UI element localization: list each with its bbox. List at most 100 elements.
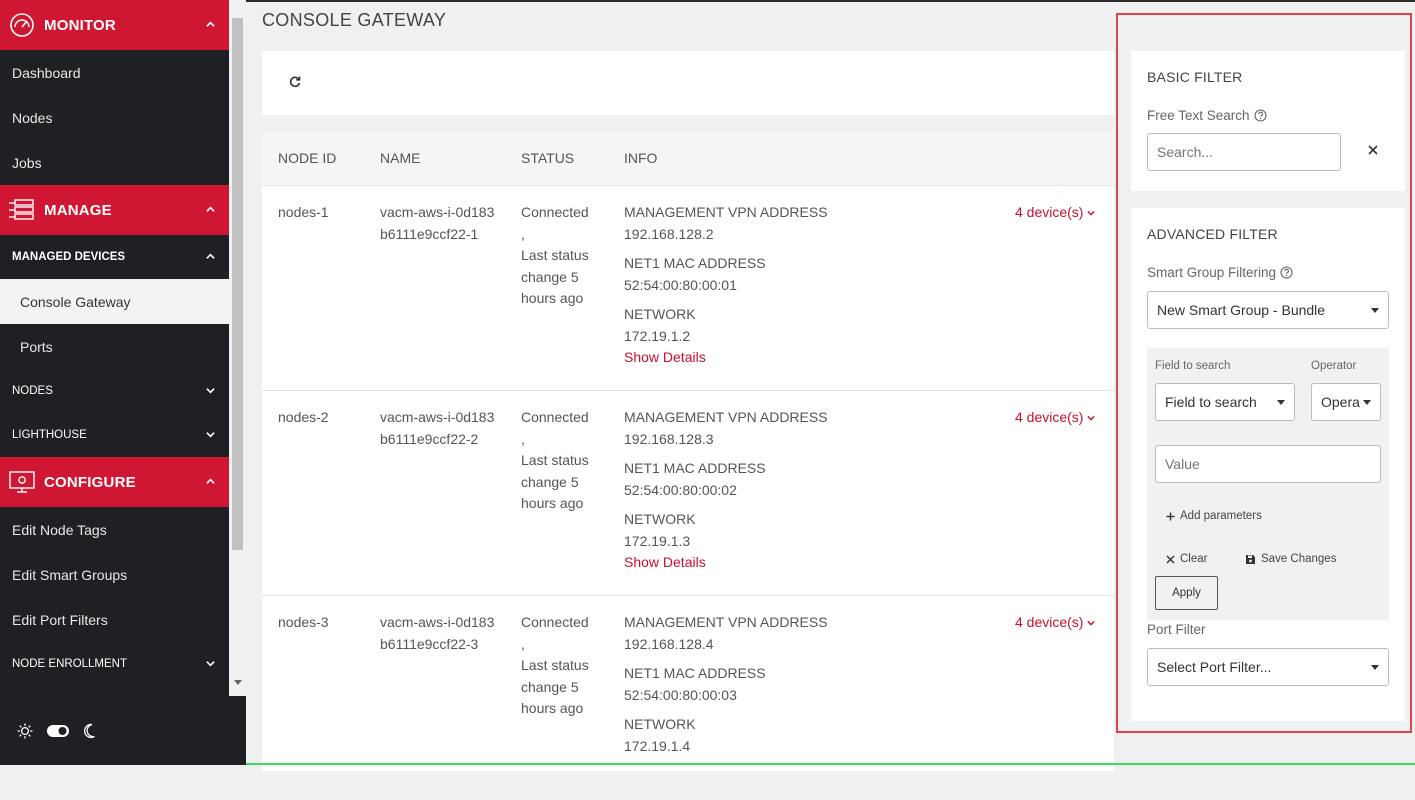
refresh-icon[interactable] [288, 75, 302, 89]
devices-count: 4 device(s) [1015, 614, 1084, 630]
info-label: NET1 MAC ADDRESS [624, 255, 766, 271]
status-last-change: Last status change 5 hours ago [521, 247, 589, 306]
table-header: NODE ID NAME STATUS INFO [262, 131, 1114, 186]
sidebar-item-edit-node-tags[interactable]: Edit Node Tags [0, 507, 229, 552]
node-info: MANAGEMENT VPN ADDRESS 192.168.128.3 NET1… [624, 407, 924, 574]
devices-dropdown[interactable]: 4 device(s) [1015, 202, 1096, 224]
info-label: MANAGEMENT VPN ADDRESS [624, 204, 828, 220]
chevron-down-icon [1087, 415, 1096, 421]
sidebar-item-edit-smart-groups[interactable]: Edit Smart Groups [0, 552, 229, 597]
node-name: vacm-aws-i-0d183b6111e9ccf22-2 [380, 409, 495, 447]
node-info: MANAGEMENT VPN ADDRESS 192.168.128.2 NET1… [624, 202, 924, 369]
chevron-up-icon [206, 21, 215, 27]
sidebar-item-ports[interactable]: Ports [0, 324, 229, 369]
moon-icon[interactable] [82, 723, 96, 739]
sidebar-section-configure[interactable]: CONFIGURE [0, 457, 229, 507]
column-header-info[interactable]: INFO [624, 150, 657, 166]
table-row[interactable]: nodes-1 vacm-aws-i-0d183b6111e9ccf22-1 C… [262, 186, 1114, 391]
chevron-down-icon [206, 661, 215, 667]
chevron-down-icon [206, 432, 215, 438]
sidebar-group-lighthouse[interactable]: LIGHTHOUSE [0, 413, 229, 457]
sidebar-item-jobs[interactable]: Jobs [0, 140, 229, 185]
info-label: NET1 MAC ADDRESS [624, 460, 766, 476]
info-label: NETWORK [624, 306, 696, 322]
status-connected: Connected [521, 614, 589, 630]
chevron-down-icon [206, 388, 215, 394]
group-label: NODE ENROLLMENT [12, 658, 128, 670]
chevron-up-icon [206, 253, 215, 259]
info-value: 52:54:00:80:00:01 [624, 276, 737, 293]
gauge-icon [6, 9, 38, 41]
info-value: 52:54:00:80:00:03 [624, 686, 737, 703]
theme-toggle-switch[interactable] [47, 724, 69, 737]
info-label: NETWORK [624, 716, 696, 732]
highlight-outline [1116, 13, 1412, 733]
column-header-name[interactable]: NAME [380, 150, 420, 166]
node-name: vacm-aws-i-0d183b6111e9ccf22-3 [380, 614, 495, 652]
node-id: nodes-2 [278, 409, 329, 425]
sun-icon[interactable] [17, 723, 33, 739]
node-status: Connected , Last status change 5 hours a… [521, 407, 601, 515]
theme-switcher [0, 696, 246, 765]
info-label: NET1 MAC ADDRESS [624, 665, 766, 681]
info-value: 192.168.128.3 [624, 430, 714, 447]
scroll-down-arrow-icon[interactable] [234, 680, 242, 685]
status-separator: , [521, 225, 525, 242]
sidebar-item-console-gateway[interactable]: Console Gateway [0, 279, 229, 324]
info-label: NETWORK [624, 511, 696, 527]
node-status: Connected , Last status change 5 hours a… [521, 202, 601, 310]
chevron-down-icon [1087, 620, 1096, 626]
node-id: nodes-3 [278, 614, 329, 630]
column-header-node-id[interactable]: NODE ID [278, 150, 336, 166]
info-value: 192.168.128.2 [624, 225, 714, 242]
info-value: 172.19.1.2 [624, 327, 691, 344]
devices-dropdown[interactable]: 4 device(s) [1015, 612, 1096, 634]
info-value: 192.168.128.4 [624, 635, 714, 652]
chevron-down-icon [1087, 210, 1096, 216]
sidebar-section-label: MANAGE [44, 201, 112, 219]
info-label: MANAGEMENT VPN ADDRESS [624, 409, 828, 425]
chevron-up-icon [206, 206, 215, 212]
node-id: nodes-1 [278, 204, 329, 220]
info-value: 172.19.1.3 [624, 532, 691, 549]
info-label: MANAGEMENT VPN ADDRESS [624, 614, 828, 630]
sidebar-item-dashboard[interactable]: Dashboard [0, 50, 229, 95]
show-details-link[interactable]: Show Details [624, 552, 924, 574]
page-title: CONSOLE GATEWAY [262, 10, 447, 30]
monitor-gear-icon [6, 466, 38, 498]
sidebar-group-nodes[interactable]: NODES [0, 369, 229, 413]
sidebar-section-label: CONFIGURE [44, 473, 136, 491]
table-toolbar [262, 51, 1114, 115]
sidebar-group-managed-devices[interactable]: MANAGED DEVICES [0, 235, 229, 279]
show-details-link[interactable]: Show Details [624, 347, 924, 369]
info-value: 172.19.1.4 [624, 737, 691, 754]
devices-count: 4 device(s) [1015, 204, 1084, 220]
node-status: Connected , Last status change 5 hours a… [521, 612, 601, 720]
group-label: MANAGED DEVICES [12, 251, 126, 263]
devices-dropdown[interactable]: 4 device(s) [1015, 407, 1096, 429]
sidebar-section-label: MONITOR [44, 16, 116, 34]
nodes-table: NODE ID NAME STATUS INFO nodes-1 vacm-aw… [262, 131, 1114, 771]
status-last-change: Last status change 5 hours ago [521, 452, 589, 511]
table-row[interactable]: nodes-3 vacm-aws-i-0d183b6111e9ccf22-3 C… [262, 596, 1114, 800]
status-separator: , [521, 430, 525, 447]
status-last-change: Last status change 5 hours ago [521, 657, 589, 716]
sidebar-group-node-enrollment[interactable]: NODE ENROLLMENT [0, 642, 229, 686]
sidebar-scroll-thumb[interactable] [232, 18, 243, 550]
status-connected: Connected [521, 409, 589, 425]
chevron-up-icon [206, 478, 215, 484]
status-connected: Connected [521, 204, 589, 220]
server-icon [6, 194, 38, 226]
table-row[interactable]: nodes-2 vacm-aws-i-0d183b6111e9ccf22-2 C… [262, 391, 1114, 596]
column-header-status[interactable]: STATUS [521, 150, 574, 166]
sidebar: MONITOR Dashboard Nodes Jobs MANAGE MANA… [0, 0, 229, 696]
sidebar-section-manage[interactable]: MANAGE [0, 185, 229, 235]
node-info: MANAGEMENT VPN ADDRESS 192.168.128.4 NET1… [624, 612, 924, 757]
devices-count: 4 device(s) [1015, 409, 1084, 425]
group-label: LIGHTHOUSE [12, 429, 87, 441]
group-label: NODES [12, 385, 53, 397]
status-separator: , [521, 635, 525, 652]
sidebar-section-monitor[interactable]: MONITOR [0, 0, 229, 50]
sidebar-item-nodes[interactable]: Nodes [0, 95, 229, 140]
sidebar-item-edit-port-filters[interactable]: Edit Port Filters [0, 597, 229, 642]
